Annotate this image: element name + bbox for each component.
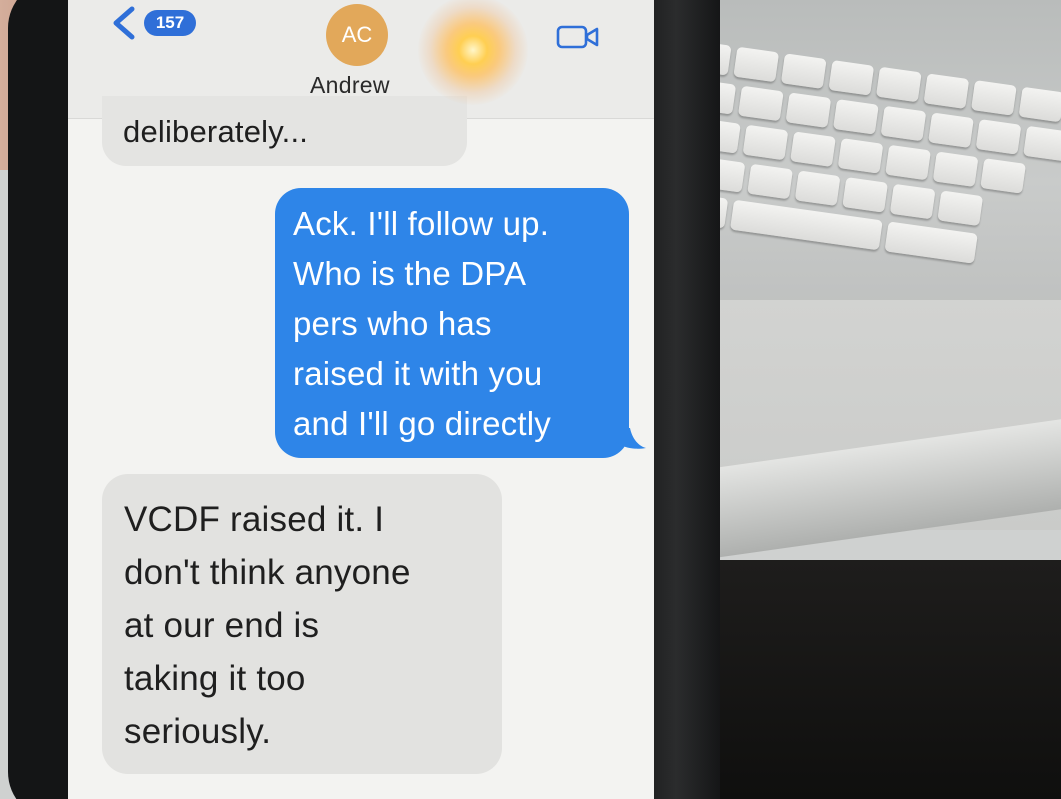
back-chevron-icon[interactable]	[108, 6, 138, 40]
message-line: Who is the DPA	[293, 255, 527, 292]
message-line: VCDF raised it. I	[124, 500, 385, 539]
message-line: pers who has	[293, 305, 492, 342]
avatar[interactable]: AC	[326, 4, 388, 66]
message-line: taking it too	[124, 659, 306, 698]
photo-scene: 157 AC Andrew deliberately... Ack. I'll …	[0, 0, 1061, 799]
light-glare	[418, 0, 528, 105]
unread-count-badge[interactable]: 157	[144, 10, 196, 36]
message-line: and I'll go directly	[293, 405, 551, 442]
contact-name[interactable]: Andrew	[310, 72, 390, 99]
video-camera-icon[interactable]	[556, 24, 600, 50]
message-line: raised it with you	[293, 355, 543, 392]
message-text: deliberately...	[123, 114, 309, 149]
message-line: at our end is	[124, 606, 320, 645]
message-line: Ack. I'll follow up.	[293, 205, 550, 242]
message-line: seriously.	[124, 712, 272, 751]
message-line: don't think anyone	[124, 553, 411, 592]
bubble-tail	[616, 428, 646, 449]
messages-screen: 157 AC Andrew deliberately... Ack. I'll …	[68, 0, 654, 799]
